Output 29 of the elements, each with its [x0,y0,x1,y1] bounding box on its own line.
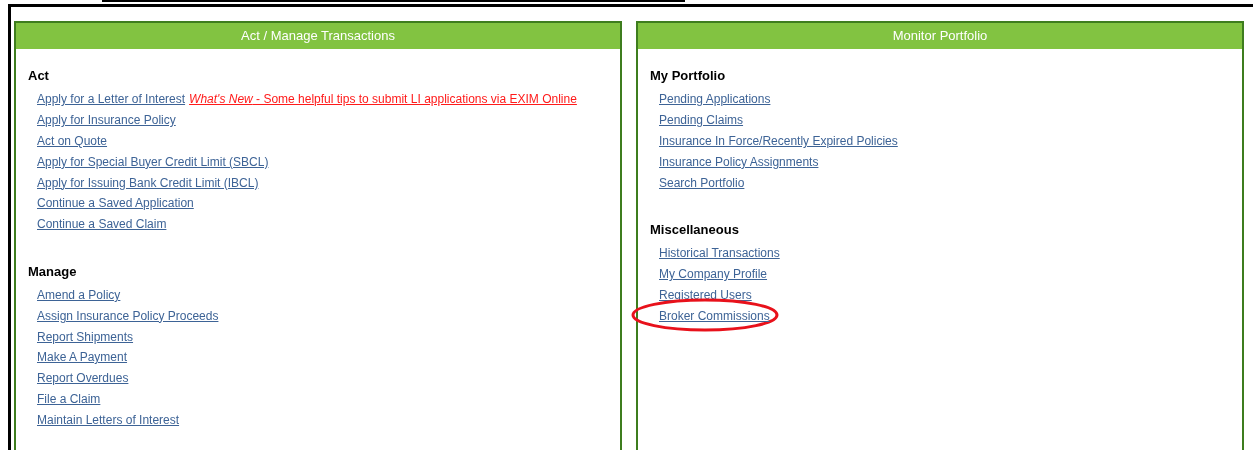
section-heading: Miscellaneous [650,222,740,237]
link[interactable]: Insurance Policy Assignments [659,154,819,169]
link[interactable]: Act on Quote [37,134,108,148]
link[interactable]: Apply for Special Buyer Credit Limit (SBCL) [37,154,269,169]
link[interactable]: My Company Profile [659,267,768,282]
section-heading: Manage [28,263,78,279]
link[interactable]: Amend a Policy [37,287,121,302]
link[interactable]: File a Claim [37,391,101,406]
section-heading: Act [28,68,50,83]
link[interactable]: Continue a Saved Application [37,196,194,211]
link[interactable]: Pending Claims [659,113,744,128]
link[interactable]: Historical Transactions [659,246,780,261]
link[interactable]: Apply for a Letter of Interest [37,92,186,107]
link[interactable]: Pending Applications [659,92,771,107]
link[interactable]: Insurance In Force/Recently Expired Policies [659,134,898,148]
section-heading: My Portfolio [650,68,727,83]
panel-header: Monitor Portfolio [638,23,1242,49]
whats-new-link[interactable]: What's New - Some helpful tips to submit LI applications via EXIM Online [189,92,577,107]
link[interactable]: Search Portfolio [659,175,745,190]
link[interactable]: Apply for Insurance Policy [37,113,176,128]
link[interactable]: Continue a Saved Claim [37,217,167,232]
link[interactable]: Report Shipments [37,329,134,344]
link[interactable]: Apply for Issuing Bank Credit Limit (IBCL) [37,175,259,190]
link[interactable]: Registered Users [659,287,752,302]
link[interactable]: Make A Payment [37,350,128,365]
link[interactable]: Maintain Letters of Interest [37,412,180,427]
panel-header: Act / Manage Transactions [16,23,620,49]
link[interactable]: Report Overdues [37,371,129,386]
link[interactable]: Assign Insurance Policy Proceeds [37,308,219,323]
